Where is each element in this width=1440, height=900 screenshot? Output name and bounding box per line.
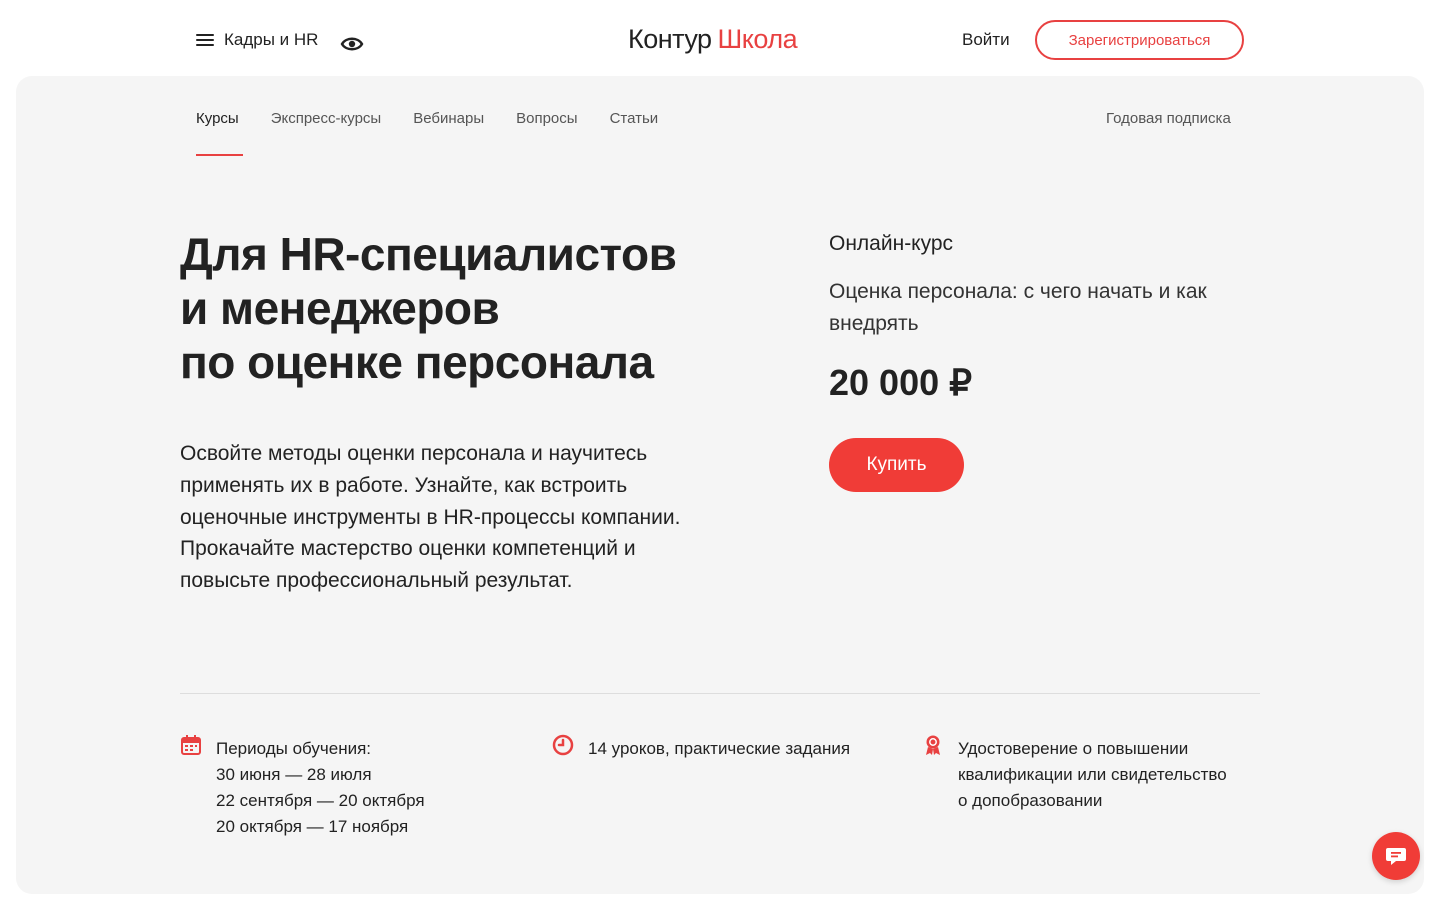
feature-certificate-text: Удостоверение о повышении квалификации и… (958, 736, 1227, 814)
course-type: Онлайн-курс (829, 232, 954, 255)
calendar-icon (181, 735, 201, 755)
logo-kontur: Контур (628, 24, 712, 54)
buy-button[interactable]: Купить (829, 438, 964, 492)
period-2: 22 сентября — 20 октября (216, 791, 425, 810)
feature-certificate: Удостоверение о повышении квалификации и… (922, 735, 1227, 814)
tab-questions[interactable]: Вопросы (516, 110, 577, 156)
certificate-line-1: Удостоверение о повышении (958, 739, 1189, 758)
divider (180, 693, 1260, 694)
tab-annual-subscription[interactable]: Годовая подписка (1106, 110, 1231, 127)
feature-lessons: 14 уроков, практические задания (552, 734, 851, 762)
periods-label: Периоды обучения: (216, 739, 372, 758)
clock-icon (552, 734, 574, 756)
title-line-1: Для HR-специалистов (180, 228, 677, 280)
login-link[interactable]: Войти (962, 30, 1010, 50)
tab-courses[interactable]: Курсы (196, 110, 243, 156)
certificate-line-3: о допобразовании (958, 791, 1103, 810)
section-menu-label: Кадры и HR (224, 30, 319, 49)
page-title: Для HR-специалистов и менеджеров по оцен… (180, 227, 800, 389)
register-button[interactable]: Зарегистрироваться (1035, 20, 1244, 60)
certificate-line-2: квалификации или свидетельство (958, 765, 1227, 784)
tab-express-courses[interactable]: Экспресс-курсы (271, 110, 382, 156)
logo[interactable]: Контур Школа (628, 24, 798, 55)
tab-articles[interactable]: Статьи (610, 110, 659, 156)
logo-shkola: Школа (717, 24, 798, 54)
course-description: Освойте методы оценки персонала и научит… (180, 442, 681, 593)
lessons-text: 14 уроков, практические задания (588, 739, 851, 758)
chat-icon (1386, 848, 1406, 865)
eye-icon[interactable] (340, 33, 364, 55)
title-line-2: и менеджеров (180, 282, 500, 334)
tab-webinars[interactable]: Вебинары (413, 110, 484, 156)
course-name: Оценка персонала: с чего начать и как вн… (829, 280, 1207, 335)
award-icon (926, 735, 940, 755)
period-1: 30 июня — 28 июля (216, 765, 372, 784)
section-tabs: Курсы Экспресс-курсы Вебинары Вопросы Ст… (196, 110, 658, 156)
section-menu-button[interactable]: Кадры и HR (196, 30, 318, 50)
feature-periods-text: Периоды обучения: 30 июня — 28 июля 22 с… (216, 736, 425, 840)
course-price: 20 000 ₽ (829, 362, 973, 403)
course-panel: Курсы Экспресс-курсы Вебинары Вопросы Ст… (16, 76, 1424, 894)
title-line-3: по оценке персонала (180, 336, 654, 388)
hamburger-icon (196, 34, 214, 46)
feature-periods: Периоды обучения: 30 июня — 28 июля 22 с… (180, 735, 425, 840)
chat-button[interactable] (1372, 832, 1420, 880)
site-header: Кадры и HR Контур Школа Войти Зарегистри… (0, 0, 1440, 76)
period-3: 20 октября — 17 ноября (216, 817, 409, 836)
